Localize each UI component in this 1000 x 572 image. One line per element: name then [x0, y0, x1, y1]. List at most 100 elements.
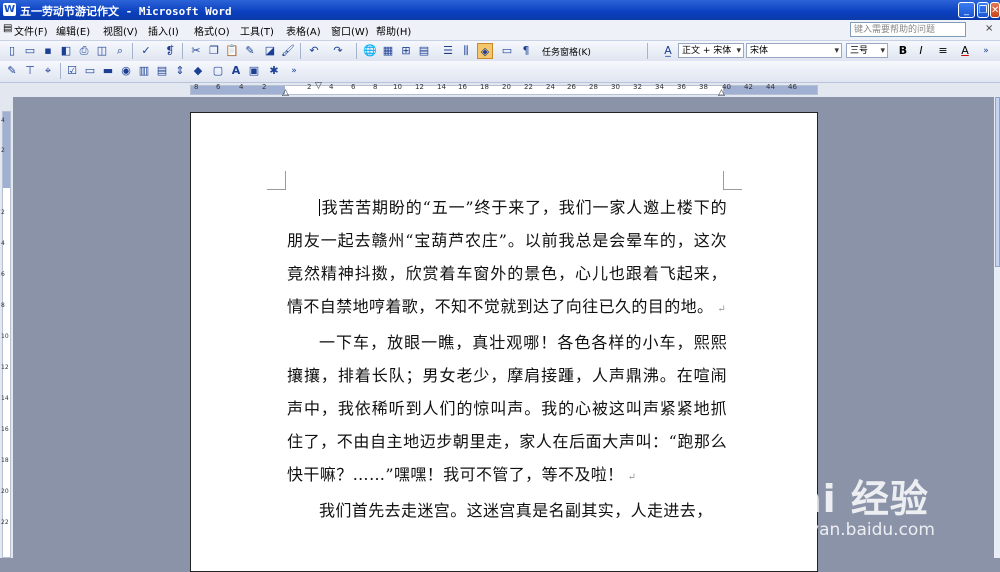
align-icon[interactable]: ≡ [935, 43, 951, 59]
save-icon[interactable]: ▪ [40, 43, 56, 59]
show-hide-marks-icon[interactable]: ¶ [518, 43, 534, 59]
italic-button[interactable]: I [913, 43, 929, 59]
document-body[interactable]: 我苦苦期盼的“五一”终于来了，我们一家人邀上楼下的朋友一起去赣州“宝葫芦农庄”。… [287, 191, 727, 527]
rectangle-icon[interactable]: ▢ [210, 63, 226, 79]
baidu-watermark: Bai 经验 jingyan.baidu.com [766, 450, 996, 550]
styles-formatting-icon[interactable]: A̲ [660, 43, 676, 59]
menu-format[interactable]: 格式(O) [194, 23, 230, 38]
menu-file[interactable]: 文件(F) [14, 23, 48, 38]
drawing-icon[interactable]: ⫼ [458, 43, 474, 59]
wordart-icon[interactable]: A [228, 63, 244, 79]
paragraph[interactable]: 我苦苦期盼的“五一”终于来了，我们一家人邀上楼下的朋友一起去赣州“宝葫芦农庄”。… [287, 191, 727, 326]
menu-edit[interactable]: 编辑(E) [56, 23, 90, 38]
document-page[interactable]: 我苦苦期盼的“五一”终于来了，我们一家人邀上楼下的朋友一起去赣州“宝葫芦农庄”。… [190, 112, 818, 572]
permission-icon[interactable]: ◧ [58, 43, 74, 59]
ruler-tick: 24 [546, 83, 555, 91]
toolbar-grip[interactable] [647, 43, 648, 59]
ruler-tick: 2 [1, 209, 5, 216]
option-button-icon[interactable]: ◉ [118, 63, 134, 79]
spin-icon[interactable]: ◆ [190, 63, 206, 79]
help-search-input[interactable]: 键入需要帮助的问题 [850, 22, 966, 37]
textbox-form-icon[interactable]: ▭ [82, 63, 98, 79]
reading-mode-icon[interactable]: ▭ [499, 43, 515, 59]
spelling-icon[interactable]: ✓ [138, 43, 154, 59]
toolbar-options-icon[interactable]: » [286, 63, 302, 79]
paragraph[interactable]: 一下车，放眼一瞧，真壮观哪！各色各样的小车，熙熙攘攘，排着长队；男女老少，摩肩接… [287, 326, 727, 494]
close-document-icon[interactable]: × [985, 23, 993, 34]
font-color-button[interactable]: A [957, 43, 973, 59]
new-document-icon[interactable]: ▯ [4, 43, 20, 59]
image-icon[interactable]: ▣ [246, 63, 262, 79]
clipboard-icon[interactable]: ◪ [262, 43, 278, 59]
task-pane-button[interactable]: 任务窗格(K) [542, 45, 591, 58]
paste-icon[interactable]: 📋 [224, 43, 240, 59]
cut-icon[interactable]: ✂ [188, 43, 204, 59]
insert-table-icon[interactable]: ⊞ [398, 43, 414, 59]
undo-icon[interactable]: ↶ [306, 43, 322, 59]
tools-icon[interactable]: ✱ [266, 63, 282, 79]
paragraph-text: 我们首先去走迷宫。这迷宫真是名副其实，人走进去， [319, 501, 713, 520]
menu-view[interactable]: 视图(V) [103, 23, 138, 38]
scrollbar-thumb[interactable] [995, 97, 1000, 267]
font-name-select[interactable]: 宋体 [746, 43, 842, 58]
vertical-ruler[interactable]: 4 2 2 4 6 8 10 12 14 16 18 20 22 [0, 97, 14, 558]
tables-borders-icon[interactable]: ▦ [380, 43, 396, 59]
doc-icon[interactable]: ▤ [3, 23, 12, 34]
menu-table[interactable]: 表格(A) [286, 23, 321, 38]
ruler-tick: 8 [194, 83, 199, 91]
watermark-brand: Bai 经验 [766, 477, 929, 521]
line-icon[interactable]: ▬ [100, 63, 116, 79]
format-painter-icon[interactable]: ✎ [242, 43, 258, 59]
draw-shape-icon[interactable]: ✎ [4, 63, 20, 79]
ruler-tick: 20 [502, 83, 511, 91]
ruler-tick: 26 [567, 83, 576, 91]
document-map-icon[interactable]: ◈ [477, 43, 493, 59]
ruler-tick: 10 [1, 333, 9, 340]
open-folder-icon[interactable]: ▭ [22, 43, 38, 59]
close-button[interactable]: ✕ [990, 2, 1000, 18]
menu-tools[interactable]: 工具(T) [240, 23, 274, 38]
ruler-tick: 30 [611, 83, 620, 91]
select-object-icon[interactable]: ⌖ [40, 63, 56, 79]
brush-icon[interactable]: 🖌 [280, 43, 296, 59]
first-line-indent-icon[interactable]: ▽ [315, 81, 322, 91]
menu-help[interactable]: 帮助(H) [376, 23, 411, 38]
ruler-tick: 34 [655, 83, 664, 91]
maximize-button[interactable]: ❐ [977, 2, 989, 18]
ruler-tick: 2 [307, 83, 312, 91]
horizontal-ruler[interactable]: 8 6 4 2 2 4 6 8 10 12 14 16 18 20 22 24 … [0, 81, 1000, 98]
insert-excel-icon[interactable]: ▤ [416, 43, 432, 59]
toolbar-separator [132, 43, 133, 59]
menu-insert[interactable]: 插入(I) [148, 23, 179, 38]
paragraph[interactable]: 我们首先去走迷宫。这迷宫真是名副其实，人走进去， [287, 494, 727, 527]
redo-icon[interactable]: ↷ [330, 43, 346, 59]
hyperlink-icon[interactable]: 🌐 [362, 43, 378, 59]
ruler-tick: 6 [216, 83, 221, 91]
connector-icon[interactable]: ⊤ [22, 63, 38, 79]
list-box-icon[interactable]: ▥ [136, 63, 152, 79]
copy-icon[interactable]: ❐ [206, 43, 222, 59]
paragraph-mark: ↵ [627, 472, 637, 483]
menu-window[interactable]: 窗口(W) [331, 23, 369, 38]
scroll-icon[interactable]: ⇕ [172, 63, 188, 79]
ruler-tick: 6 [351, 83, 356, 91]
research-book-icon[interactable]: ❡ [162, 43, 178, 59]
font-size-select[interactable]: 三号 [846, 43, 888, 58]
toolbar-separator [356, 43, 357, 59]
style-select[interactable]: 正文 + 宋体 [678, 43, 744, 58]
research-icon[interactable]: ⌕ [112, 43, 128, 59]
toolbar-options-icon[interactable]: » [978, 43, 994, 59]
ruler-tick: 38 [699, 83, 708, 91]
columns-icon[interactable]: ☰ [440, 43, 456, 59]
bold-button[interactable]: B [895, 43, 911, 59]
combo-box-icon[interactable]: ▤ [154, 63, 170, 79]
print-preview-icon[interactable]: ◫ [94, 43, 110, 59]
print-icon[interactable]: ⎙ [76, 43, 92, 59]
ruler-tick: 18 [1, 457, 9, 464]
ruler-tick: 14 [1, 395, 9, 402]
checkbox-icon[interactable]: ☑ [64, 63, 80, 79]
ruler-tick: 36 [677, 83, 686, 91]
ruler-tick: 22 [1, 519, 9, 526]
word-app-icon[interactable]: W [3, 3, 16, 16]
minimize-button[interactable]: _ [958, 2, 975, 18]
